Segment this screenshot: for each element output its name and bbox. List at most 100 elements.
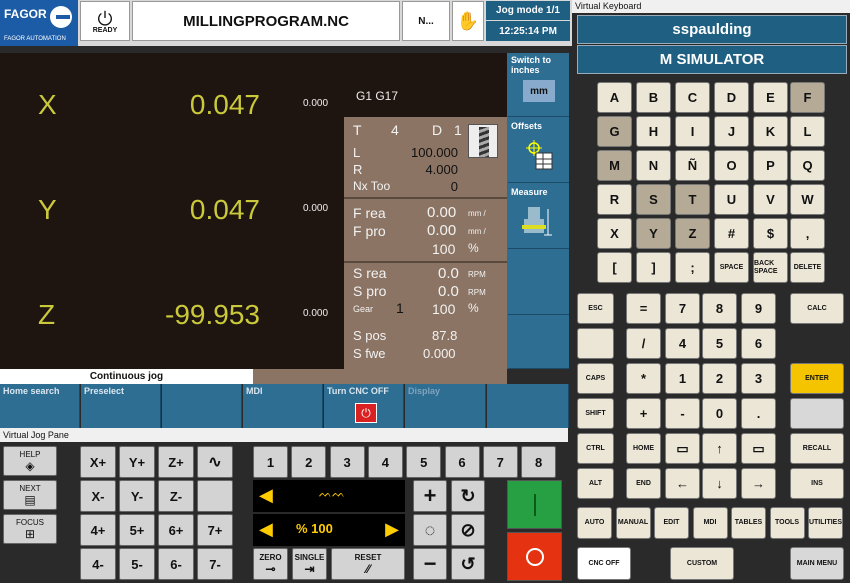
mode-key-utilities[interactable]: UTILITIES [808, 507, 843, 539]
num-key--[interactable]: - [665, 398, 700, 429]
cnc-off-key[interactable]: CNC OFF [577, 547, 631, 580]
focus-button[interactable]: FOCUS ⊞ [3, 514, 57, 544]
num-key-1[interactable]: 1 [665, 363, 700, 394]
key-row6-1[interactable]: ] [636, 252, 671, 283]
key-V[interactable]: V [753, 184, 788, 215]
single-button[interactable]: SINGLE ⇥ [292, 548, 327, 580]
mode-key-edit[interactable]: EDIT [654, 507, 689, 539]
key-L[interactable]: L [790, 116, 825, 147]
jog-key-Z+[interactable]: Z+ [158, 446, 194, 478]
key-Y[interactable]: Y [636, 218, 671, 249]
main-menu-key[interactable]: MAIN MENU [790, 547, 844, 580]
num-key-6[interactable]: 6 [741, 328, 776, 359]
minus-button[interactable]: − [413, 548, 447, 580]
rotate-icon[interactable]: ↻ [451, 480, 485, 512]
jog-num-8[interactable]: 8 [521, 446, 557, 478]
key-G[interactable]: G [597, 116, 632, 147]
jog-key-4+[interactable]: 4+ [80, 514, 116, 546]
key-row6-2[interactable]: ; [675, 252, 710, 283]
power-off-icon[interactable]: ⏻ [355, 403, 377, 423]
key-B[interactable]: B [636, 82, 671, 113]
jog-key-7-[interactable]: 7- [197, 548, 233, 580]
key-W[interactable]: W [790, 184, 825, 215]
softkey-6[interactable] [487, 384, 569, 428]
key-S[interactable]: S [636, 184, 671, 215]
key-X[interactable]: X [597, 218, 632, 249]
jog-key-Y+[interactable]: Y+ [119, 446, 155, 478]
num-key-0[interactable]: 0 [702, 398, 737, 429]
side-softkey-empty-2[interactable] [508, 317, 569, 369]
mode-key-auto[interactable]: AUTO [577, 507, 612, 539]
jog-key-6-[interactable]: 6- [158, 548, 194, 580]
num-key-*[interactable]: * [626, 363, 661, 394]
key-J[interactable]: J [714, 116, 749, 147]
key-Q[interactable]: Q [790, 150, 825, 181]
cycle-stop-button[interactable] [507, 532, 562, 581]
mode-key-tables[interactable]: TABLES [731, 507, 766, 539]
feed-decrease-arrow[interactable]: ◀ [259, 519, 273, 540]
jog-key-7+[interactable]: 7+ [197, 514, 233, 546]
jog-key-4-[interactable]: 4- [80, 548, 116, 580]
mode-key-mdi[interactable]: MDI [692, 507, 728, 539]
rapid-icon[interactable]: ∿ [197, 446, 233, 478]
page-key-2-icon[interactable]: ▭ [741, 433, 776, 464]
key-I[interactable]: I [675, 116, 710, 147]
num-key-2[interactable]: 2 [702, 363, 737, 394]
recall-key[interactable]: RECALL [790, 433, 844, 464]
num-key-9[interactable]: 9 [741, 293, 776, 324]
key-P[interactable]: P [753, 150, 788, 181]
softkey-5[interactable]: Display [405, 384, 486, 428]
ctrl-key[interactable]: CTRL [577, 433, 614, 464]
custom-key[interactable]: CUSTOM [670, 547, 734, 580]
num-key-5[interactable]: 5 [702, 328, 737, 359]
measure-button[interactable]: Measure [508, 185, 569, 249]
spindle-stop-icon[interactable]: ⊘ [451, 514, 485, 546]
switch-inches-button[interactable]: Switch to inches mm [508, 53, 569, 117]
plus-button[interactable]: + [413, 480, 447, 512]
arrow-down-icon[interactable]: ↓ [702, 468, 737, 499]
key-N[interactable]: N [636, 150, 671, 181]
jog-num-5[interactable]: 5 [406, 446, 442, 478]
key-O[interactable]: O [714, 150, 749, 181]
enter-key[interactable]: ENTER [790, 363, 844, 394]
key-Z[interactable]: Z [675, 218, 710, 249]
key-A[interactable]: A [597, 82, 632, 113]
cycle-start-button[interactable] [507, 480, 562, 529]
key-F[interactable]: F [790, 82, 825, 113]
jog-key-5-[interactable]: 5- [119, 548, 155, 580]
page-key-icon[interactable]: ▭ [665, 433, 700, 464]
jog-key-X+[interactable]: X+ [80, 446, 116, 478]
jog-key-empty[interactable] [197, 480, 233, 512]
jog-num-1[interactable]: 1 [253, 446, 288, 478]
softkey-1[interactable]: Preselect [81, 384, 161, 428]
softkey-0[interactable]: Home search [0, 384, 80, 428]
mode-key-tools[interactable]: TOOLS [769, 507, 805, 539]
key-K[interactable]: K [753, 116, 788, 147]
arrow-right-icon[interactable]: → [741, 468, 776, 499]
softkey-3[interactable]: MDI [243, 384, 323, 428]
ins-key[interactable]: INS [790, 468, 844, 499]
key-row6-5[interactable]: DELETE [790, 252, 825, 283]
softkey-2[interactable] [162, 384, 242, 428]
key-U[interactable]: U [714, 184, 749, 215]
key-row6-3[interactable]: SPACE [714, 252, 749, 283]
mode-key-manual[interactable]: MANUAL [615, 507, 651, 539]
key-M[interactable]: M [597, 150, 632, 181]
key-#[interactable]: # [714, 218, 749, 249]
jog-key-Y-[interactable]: Y- [119, 480, 155, 512]
num-key-+[interactable]: + [626, 398, 661, 429]
num-key-/[interactable]: / [626, 328, 661, 359]
arrow-left-icon[interactable]: ← [665, 468, 700, 499]
num-key-=[interactable]: = [626, 293, 661, 324]
alt-key[interactable]: ALT [577, 468, 614, 499]
end-key[interactable]: END [626, 468, 661, 499]
num-key-.[interactable]: . [741, 398, 776, 429]
side-softkey-empty-1[interactable] [508, 251, 569, 315]
caps-key[interactable]: CAPS [577, 363, 614, 394]
esc-key[interactable]: ESC [577, 293, 614, 324]
key-row6-4[interactable]: BACK SPACE [753, 252, 788, 283]
tab-key[interactable] [577, 328, 614, 359]
spindle-orient-icon[interactable]: ◌ [413, 514, 447, 546]
reset-button[interactable]: RESET ⁄⁄ [331, 548, 405, 580]
jog-key-5+[interactable]: 5+ [119, 514, 155, 546]
